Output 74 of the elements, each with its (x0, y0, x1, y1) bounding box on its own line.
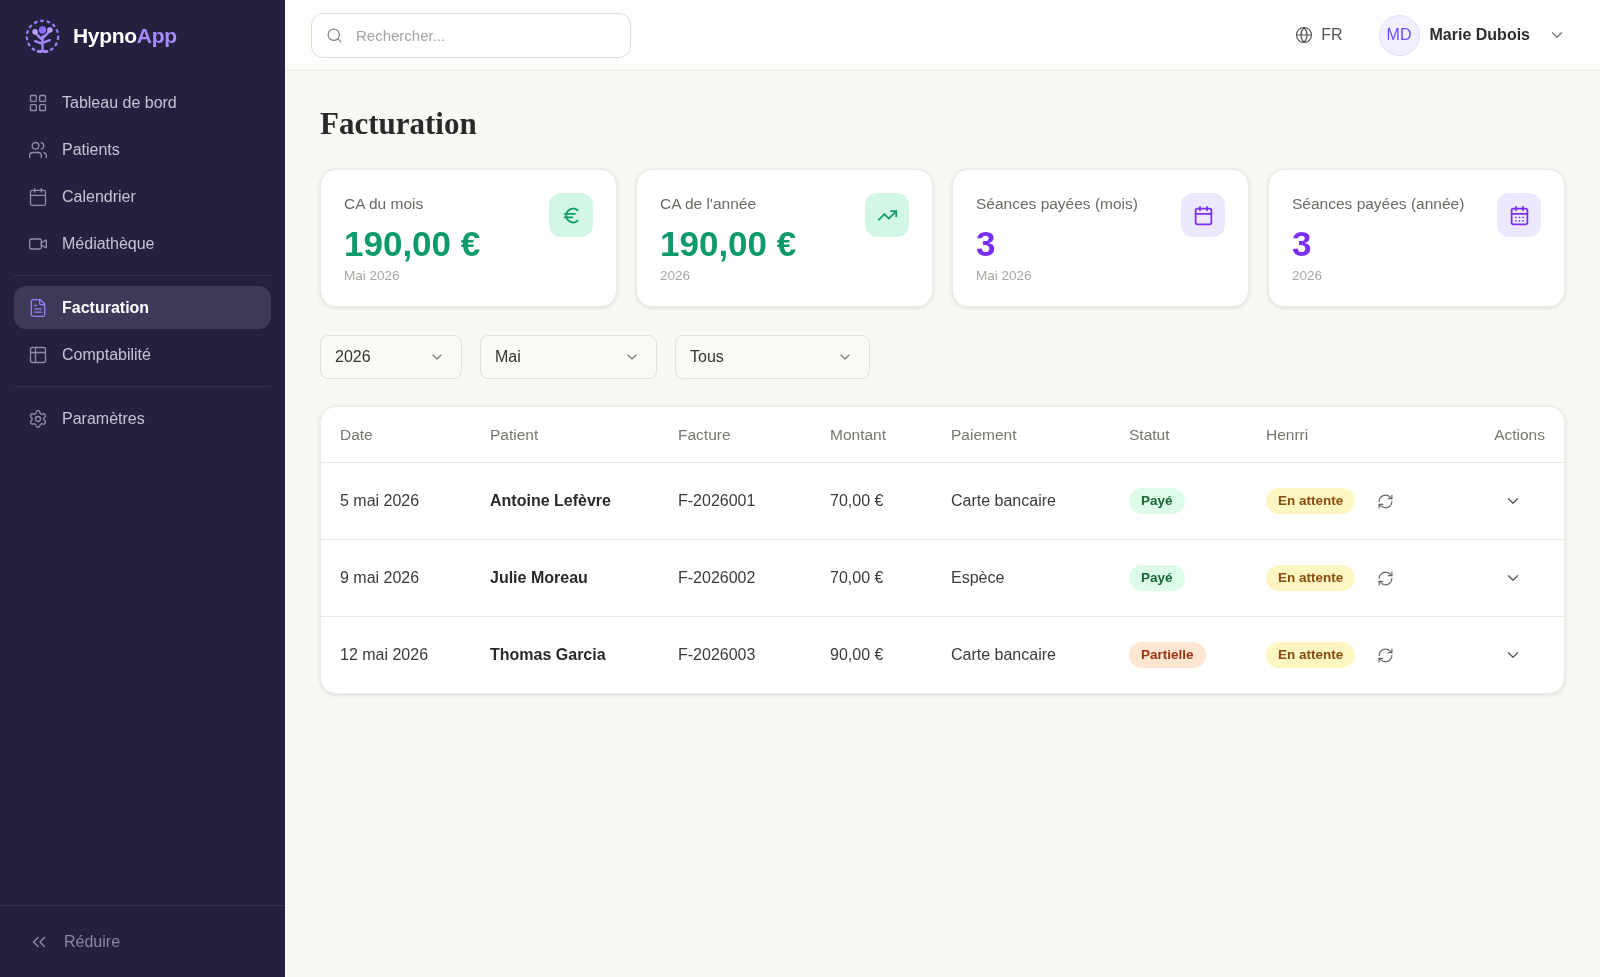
table-cell-text: F-2026002 (678, 568, 757, 588)
status-badge: En attente (1266, 487, 1356, 515)
refresh-icon[interactable] (1377, 569, 1395, 587)
calendar-icon (1181, 193, 1225, 237)
stat-label: Séances payées (année) (1292, 194, 1465, 214)
column-header: Henrri (1266, 424, 1310, 445)
table-cell-text: 70,00 € (830, 568, 885, 588)
column-header: Statut (1129, 424, 1171, 445)
filter-dropdown[interactable]: 2026 (320, 335, 462, 379)
settings-icon (28, 408, 48, 429)
tree-logo-icon (24, 17, 61, 55)
stat-caption: 2026 (660, 267, 692, 285)
status-badge: Partielle (1129, 641, 1206, 669)
table-cell-text: Espèce (951, 568, 1006, 588)
nav-item[interactable]: Tableau de bord (14, 81, 271, 124)
trending-up-icon (865, 193, 909, 237)
stat-label: Séances payées (mois) (976, 194, 1138, 214)
column-header: Patient (490, 424, 540, 445)
stat-value: 3 (976, 224, 997, 264)
stat-label: CA du mois (344, 194, 425, 214)
nav-item[interactable]: Facturation (14, 286, 271, 329)
column-header: Paiement (951, 424, 1018, 445)
search-icon (326, 26, 343, 44)
column-header: Date (340, 424, 374, 445)
table-icon (28, 344, 48, 365)
table-cell-text: 5 mai 2026 (340, 491, 421, 511)
table-cell-text: F-2026001 (678, 491, 757, 511)
euro-icon (549, 193, 593, 237)
refresh-icon[interactable] (1377, 646, 1395, 664)
table-cell-text: 9 mai 2026 (340, 568, 421, 588)
user-menu[interactable]: MD Marie Dubois (1378, 14, 1566, 56)
stat-value: 190,00 € (660, 224, 797, 264)
table-cell-text: 12 mai 2026 (340, 645, 430, 665)
column-header: Actions (1494, 424, 1545, 445)
column-header: Facture (678, 424, 732, 445)
refresh-icon[interactable] (1377, 492, 1395, 510)
status-badge: Payé (1129, 487, 1185, 515)
status-badge: En attente (1266, 641, 1356, 669)
table-cell-text: Carte bancaire (951, 491, 1057, 511)
status-badge: En attente (1266, 564, 1356, 592)
stat-value: 190,00 € (344, 224, 481, 264)
stat-caption: Mai 2026 (344, 267, 401, 285)
stat-value: 3 (1292, 224, 1313, 264)
document-icon (28, 297, 48, 318)
table-cell-text: Thomas Garcia (490, 645, 607, 665)
nav-item[interactable]: Médiathèque (14, 222, 271, 265)
status-badge: Payé (1129, 564, 1185, 592)
column-header: Montant (830, 424, 887, 445)
nav-item[interactable]: Calendrier (14, 175, 271, 218)
table-cell-text: Carte bancaire (951, 645, 1057, 665)
language-selector[interactable]: FR (1295, 23, 1343, 47)
globe-icon (1295, 26, 1314, 44)
table-cell-text: F-2026003 (678, 645, 757, 665)
brand-name: HypnoApp (73, 23, 177, 50)
search-field[interactable]: Rechercher... (311, 12, 631, 58)
filter-dropdown[interactable]: Tous (675, 335, 870, 379)
table-cell-text: Antoine Lefèvre (490, 491, 612, 511)
table-cell-text: 90,00 € (830, 645, 885, 665)
users-icon (28, 139, 48, 160)
nav-item[interactable]: Comptabilité (14, 333, 271, 376)
grid-icon (28, 92, 48, 113)
collapse-button[interactable]: Réduire (28, 929, 121, 954)
calendar-icon (1497, 193, 1541, 237)
stat-caption: 2026 (1292, 267, 1324, 285)
stat-label: CA de l'année (660, 194, 758, 214)
nav-item[interactable]: Patients (14, 128, 271, 171)
table-cell-text: Julie Moreau (490, 568, 589, 588)
page-title: Facturation (320, 106, 477, 142)
table-cell-text: 70,00 € (830, 491, 885, 511)
stat-caption: Mai 2026 (976, 267, 1033, 285)
nav-item[interactable]: Paramètres (14, 397, 271, 440)
filter-dropdown[interactable]: Mai (480, 335, 657, 379)
avatar: MD (1378, 14, 1420, 56)
calendar-icon (28, 186, 48, 207)
